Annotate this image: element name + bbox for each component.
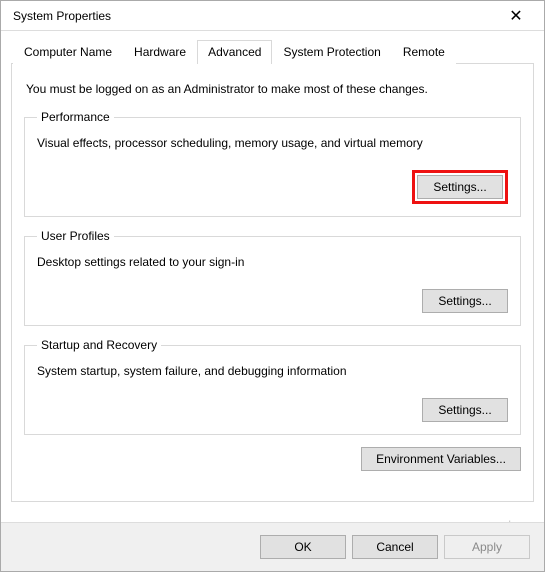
startup-recovery-group: Startup and Recovery System startup, sys… bbox=[24, 338, 521, 435]
cancel-button[interactable]: Cancel bbox=[352, 535, 438, 559]
close-icon[interactable]: ✕ bbox=[496, 2, 536, 30]
ok-button[interactable]: OK bbox=[260, 535, 346, 559]
admin-note: You must be logged on as an Administrato… bbox=[26, 82, 521, 96]
startup-recovery-settings-button[interactable]: Settings... bbox=[422, 398, 508, 422]
tab-computer-name[interactable]: Computer Name bbox=[13, 40, 123, 64]
performance-actions: Settings... bbox=[37, 170, 508, 204]
titlebar: System Properties ✕ bbox=[1, 1, 544, 31]
performance-settings-button[interactable]: Settings... bbox=[417, 175, 503, 199]
tab-panel-advanced: You must be logged on as an Administrato… bbox=[11, 64, 534, 502]
performance-group: Performance Visual effects, processor sc… bbox=[24, 110, 521, 217]
startup-recovery-legend: Startup and Recovery bbox=[37, 338, 161, 352]
apply-button[interactable]: Apply bbox=[444, 535, 530, 559]
system-properties-window: System Properties ✕ Computer Name Hardwa… bbox=[0, 0, 545, 572]
startup-recovery-actions: Settings... bbox=[37, 398, 508, 422]
performance-legend: Performance bbox=[37, 110, 114, 124]
startup-recovery-text: System startup, system failure, and debu… bbox=[37, 364, 508, 378]
tabstrip: Computer Name Hardware Advanced System P… bbox=[11, 39, 534, 64]
user-profiles-group: User Profiles Desktop settings related t… bbox=[24, 229, 521, 326]
user-profiles-settings-button[interactable]: Settings... bbox=[422, 289, 508, 313]
tab-hardware[interactable]: Hardware bbox=[123, 40, 197, 64]
content-area: Computer Name Hardware Advanced System P… bbox=[1, 31, 544, 502]
user-profiles-text: Desktop settings related to your sign-in bbox=[37, 255, 508, 269]
highlight-performance-settings: Settings... bbox=[412, 170, 508, 204]
performance-text: Visual effects, processor scheduling, me… bbox=[37, 136, 508, 150]
user-profiles-legend: User Profiles bbox=[37, 229, 114, 243]
env-vars-row: Environment Variables... bbox=[24, 447, 521, 471]
tab-system-protection[interactable]: System Protection bbox=[272, 40, 391, 64]
user-profiles-actions: Settings... bbox=[37, 289, 508, 313]
tab-remote[interactable]: Remote bbox=[392, 40, 456, 64]
tab-advanced[interactable]: Advanced bbox=[197, 40, 272, 64]
window-title: System Properties bbox=[9, 9, 496, 23]
bottom-actions: OK Cancel Apply bbox=[1, 522, 544, 571]
environment-variables-button[interactable]: Environment Variables... bbox=[361, 447, 521, 471]
